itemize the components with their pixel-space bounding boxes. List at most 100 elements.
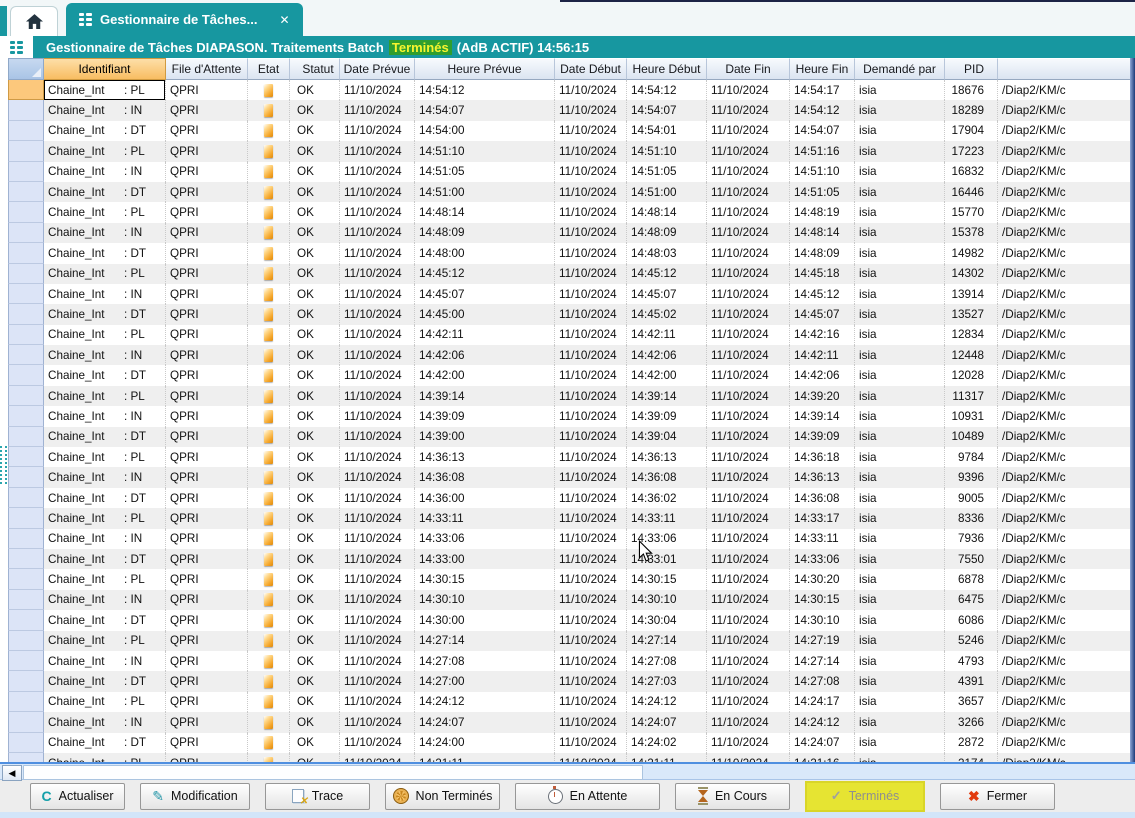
cell-etat[interactable]: [248, 141, 290, 161]
cell-date-prevue[interactable]: 11/10/2024: [340, 467, 415, 487]
cell-file-attente[interactable]: QPRI: [166, 284, 248, 304]
cell-heure-fin[interactable]: 14:27:14: [790, 651, 855, 671]
vertical-scrollbar[interactable]: [1130, 58, 1135, 762]
cell-pid[interactable]: 9396: [945, 467, 998, 487]
table-row[interactable]: Chaine_Int: INQPRIOK11/10/202414:39:0911…: [8, 406, 1135, 426]
cell-statut[interactable]: OK: [290, 80, 340, 100]
cell-statut[interactable]: OK: [290, 651, 340, 671]
cell-file-attente[interactable]: QPRI: [166, 631, 248, 651]
cell-etat[interactable]: [248, 386, 290, 406]
cell-demande-par[interactable]: isia: [855, 202, 945, 222]
table-row[interactable]: Chaine_Int: PLQPRIOK11/10/202414:42:1111…: [8, 325, 1135, 345]
cell-demande-par[interactable]: isia: [855, 121, 945, 141]
cell-statut[interactable]: OK: [290, 284, 340, 304]
row-selector[interactable]: [8, 549, 44, 569]
table-row[interactable]: Chaine_Int: DTQPRIOK11/10/202414:30:0011…: [8, 610, 1135, 630]
row-selector[interactable]: [8, 651, 44, 671]
cell-etat[interactable]: [248, 284, 290, 304]
cell-path[interactable]: /Diap2/KM/c: [998, 529, 1135, 549]
table-row[interactable]: Chaine_Int: INQPRIOK11/10/202414:30:1011…: [8, 590, 1135, 610]
cell-pid[interactable]: 16832: [945, 162, 998, 182]
cell-heure-debut[interactable]: 14:24:07: [627, 712, 707, 732]
cell-path[interactable]: /Diap2/KM/c: [998, 345, 1135, 365]
cell-file-attente[interactable]: QPRI: [166, 488, 248, 508]
cell-path[interactable]: /Diap2/KM/c: [998, 325, 1135, 345]
cell-etat[interactable]: [248, 202, 290, 222]
cell-date-fin[interactable]: 11/10/2024: [707, 182, 790, 202]
cell-heure-prevue[interactable]: 14:51:00: [415, 182, 555, 202]
cell-demande-par[interactable]: isia: [855, 325, 945, 345]
cell-pid[interactable]: 12028: [945, 365, 998, 385]
row-selector[interactable]: [8, 304, 44, 324]
row-selector[interactable]: [8, 590, 44, 610]
cell-path[interactable]: /Diap2/KM/c: [998, 427, 1135, 447]
cell-file-attente[interactable]: QPRI: [166, 467, 248, 487]
cell-heure-fin[interactable]: 14:48:14: [790, 223, 855, 243]
cell-statut[interactable]: OK: [290, 529, 340, 549]
cell-etat[interactable]: [248, 508, 290, 528]
row-selector[interactable]: [8, 733, 44, 753]
cell-demande-par[interactable]: isia: [855, 80, 945, 100]
cell-date-prevue[interactable]: 11/10/2024: [340, 100, 415, 120]
table-row[interactable]: Chaine_Int: PLQPRIOK11/10/202414:45:1211…: [8, 264, 1135, 284]
cell-heure-fin[interactable]: 14:36:18: [790, 447, 855, 467]
cell-path[interactable]: /Diap2/KM/c: [998, 264, 1135, 284]
cell-etat[interactable]: [248, 243, 290, 263]
cell-date-prevue[interactable]: 11/10/2024: [340, 141, 415, 161]
table-row[interactable]: Chaine_Int: DTQPRIOK11/10/202414:24:0011…: [8, 733, 1135, 753]
cell-path[interactable]: /Diap2/KM/c: [998, 692, 1135, 712]
cell-pid[interactable]: 3657: [945, 692, 998, 712]
non-termines-button[interactable]: Non Terminés: [385, 783, 500, 810]
cell-etat[interactable]: [248, 692, 290, 712]
cell-statut[interactable]: OK: [290, 488, 340, 508]
table-row[interactable]: Chaine_Int: INQPRIOK11/10/202414:45:0711…: [8, 284, 1135, 304]
cell-pid[interactable]: 13527: [945, 304, 998, 324]
cell-statut[interactable]: OK: [290, 100, 340, 120]
cell-file-attente[interactable]: QPRI: [166, 712, 248, 732]
cell-file-attente[interactable]: QPRI: [166, 80, 248, 100]
cell-demande-par[interactable]: isia: [855, 345, 945, 365]
cell-file-attente[interactable]: QPRI: [166, 671, 248, 691]
cell-date-prevue[interactable]: 11/10/2024: [340, 121, 415, 141]
cell-pid[interactable]: 9784: [945, 447, 998, 467]
cell-heure-prevue[interactable]: 14:30:00: [415, 610, 555, 630]
cell-statut[interactable]: OK: [290, 141, 340, 161]
cell-heure-prevue[interactable]: 14:42:11: [415, 325, 555, 345]
table-row[interactable]: Chaine_Int: DTQPRIOK11/10/202414:27:0011…: [8, 671, 1135, 691]
cell-date-prevue[interactable]: 11/10/2024: [340, 162, 415, 182]
cell-demande-par[interactable]: isia: [855, 427, 945, 447]
cell-etat[interactable]: [248, 610, 290, 630]
row-selector[interactable]: [8, 345, 44, 365]
cell-heure-prevue[interactable]: 14:33:00: [415, 549, 555, 569]
cell-statut[interactable]: OK: [290, 304, 340, 324]
cell-heure-fin[interactable]: 14:51:05: [790, 182, 855, 202]
cell-demande-par[interactable]: isia: [855, 569, 945, 589]
cell-heure-prevue[interactable]: 14:45:07: [415, 284, 555, 304]
row-selector[interactable]: [8, 264, 44, 284]
cell-heure-prevue[interactable]: 14:30:15: [415, 569, 555, 589]
fermer-button[interactable]: ✖ Fermer: [940, 783, 1055, 810]
cell-heure-debut[interactable]: 14:54:07: [627, 100, 707, 120]
cell-statut[interactable]: OK: [290, 610, 340, 630]
cell-date-fin[interactable]: 11/10/2024: [707, 488, 790, 508]
cell-identifiant[interactable]: Chaine_Int: IN: [44, 100, 166, 120]
cell-date-fin[interactable]: 11/10/2024: [707, 202, 790, 222]
cell-date-fin[interactable]: 11/10/2024: [707, 345, 790, 365]
cell-heure-debut[interactable]: 14:39:14: [627, 386, 707, 406]
row-selector[interactable]: [8, 386, 44, 406]
cell-date-debut[interactable]: 11/10/2024: [555, 671, 627, 691]
cell-statut[interactable]: OK: [290, 223, 340, 243]
cell-path[interactable]: /Diap2/KM/c: [998, 488, 1135, 508]
cell-date-fin[interactable]: 11/10/2024: [707, 610, 790, 630]
cell-date-prevue[interactable]: 11/10/2024: [340, 182, 415, 202]
cell-heure-debut[interactable]: 14:54:01: [627, 121, 707, 141]
cell-date-prevue[interactable]: 11/10/2024: [340, 692, 415, 712]
cell-file-attente[interactable]: QPRI: [166, 182, 248, 202]
cell-identifiant[interactable]: Chaine_Int: DT: [44, 427, 166, 447]
cell-date-fin[interactable]: 11/10/2024: [707, 712, 790, 732]
cell-pid[interactable]: 8336: [945, 508, 998, 528]
cell-date-prevue[interactable]: 11/10/2024: [340, 304, 415, 324]
row-selector[interactable]: [8, 100, 44, 120]
cell-heure-debut[interactable]: 14:24:12: [627, 692, 707, 712]
en-cours-button[interactable]: En Cours: [675, 783, 790, 810]
